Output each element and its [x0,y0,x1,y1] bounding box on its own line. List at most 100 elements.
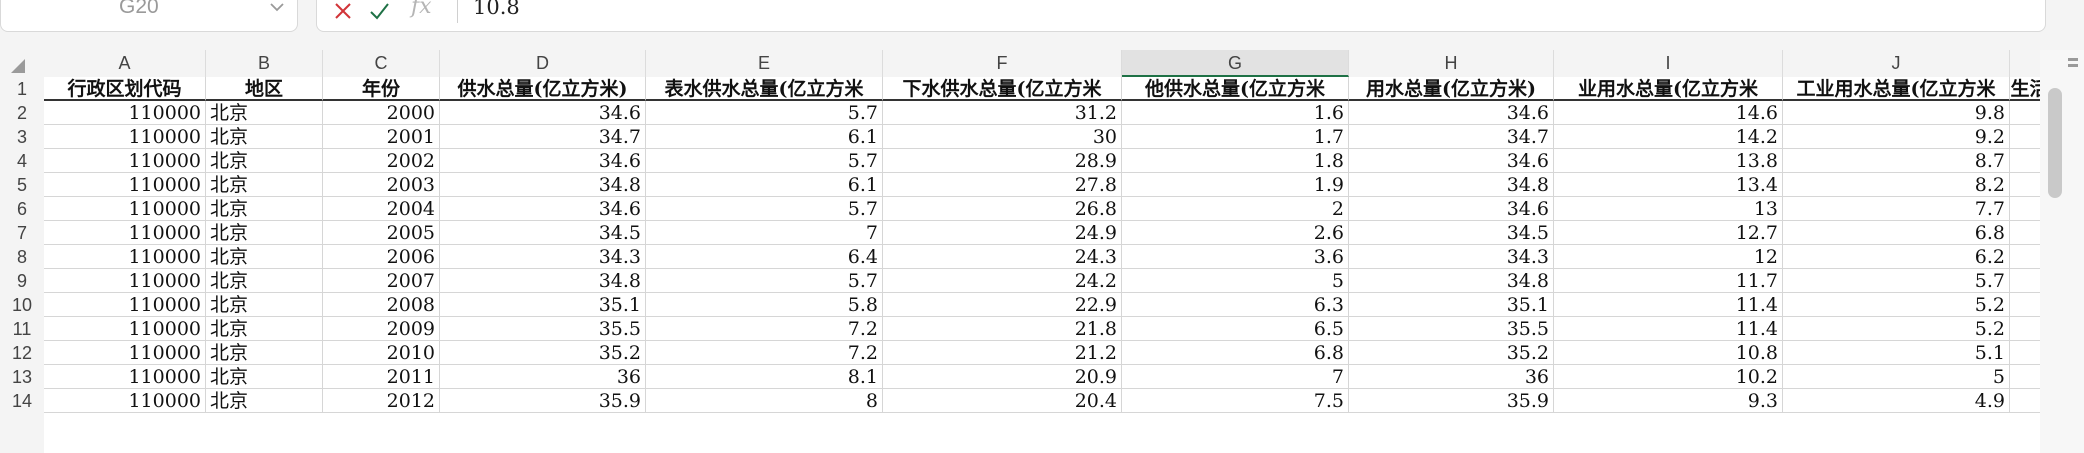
table-cell[interactable]: 2009 [323,317,440,341]
table-cell[interactable]: 5.7 [646,149,883,173]
chevron-down-icon[interactable] [269,1,285,13]
table-cell[interactable]: 2003 [323,173,440,197]
table-cell[interactable]: 110000 [44,317,206,341]
table-cell[interactable]: 北京 [206,101,323,125]
table-cell[interactable]: 30 [883,125,1122,149]
table-cell[interactable]: 110000 [44,269,206,293]
table-cell[interactable]: 34.6 [1349,197,1554,221]
table-cell[interactable]: 22.9 [883,293,1122,317]
table-cell[interactable]: 北京 [206,341,323,365]
table-cell[interactable]: 20.4 [883,389,1122,413]
table-cell[interactable]: 8 [646,389,883,413]
table-cell[interactable]: 5 [1122,269,1349,293]
column-header-e[interactable]: E [646,50,883,77]
table-cell[interactable]: 5.7 [1783,269,2010,293]
column-header-a[interactable]: A [44,50,206,77]
table-cell[interactable]: 6.8 [1783,221,2010,245]
table-cell[interactable]: 34.6 [1349,101,1554,125]
table-cell[interactable] [2010,173,2040,197]
table-cell[interactable]: 110000 [44,245,206,269]
name-box[interactable]: G20 [0,0,298,32]
table-cell[interactable] [2010,293,2040,317]
row-header[interactable]: 8 [0,245,44,269]
column-header-d[interactable]: D [440,50,646,77]
table-cell[interactable]: 2007 [323,269,440,293]
table-cell[interactable]: 北京 [206,317,323,341]
table-cell[interactable]: 2 [1122,197,1349,221]
table-cell[interactable]: 35.9 [1349,389,1554,413]
table-cell[interactable]: 7.5 [1122,389,1349,413]
table-cell[interactable] [2010,221,2040,245]
table-cell[interactable]: 6.4 [646,245,883,269]
table-cell[interactable]: 24.9 [883,221,1122,245]
table-cell[interactable]: 110000 [44,341,206,365]
column-header-j[interactable]: J [1783,50,2010,77]
header-cell[interactable]: 他供水总量(亿立方米 [1122,77,1349,101]
table-cell[interactable]: 北京 [206,197,323,221]
row-header[interactable]: 10 [0,293,44,317]
header-cell[interactable]: 行政区划代码 [44,77,206,101]
table-cell[interactable]: 34.8 [440,269,646,293]
table-cell[interactable]: 11.4 [1554,293,1783,317]
table-cell[interactable]: 2000 [323,101,440,125]
table-cell[interactable]: 北京 [206,245,323,269]
table-cell[interactable]: 34.6 [440,197,646,221]
table-cell[interactable]: 2011 [323,365,440,389]
table-cell[interactable]: 5.1 [1783,341,2010,365]
table-cell[interactable]: 1.7 [1122,125,1349,149]
header-cell[interactable]: 年份 [323,77,440,101]
table-cell[interactable]: 110000 [44,101,206,125]
table-cell[interactable]: 8.2 [1783,173,2010,197]
table-cell[interactable]: 2001 [323,125,440,149]
table-cell[interactable] [2010,245,2040,269]
table-cell[interactable]: 2008 [323,293,440,317]
column-header-b[interactable]: B [206,50,323,77]
table-cell[interactable]: 26.8 [883,197,1122,221]
row-header[interactable]: 4 [0,149,44,173]
table-cell[interactable] [2010,197,2040,221]
table-cell[interactable]: 6.2 [1783,245,2010,269]
table-cell[interactable]: 北京 [206,365,323,389]
table-cell[interactable] [2010,269,2040,293]
row-header[interactable]: 14 [0,389,44,413]
row-header[interactable]: 1 [0,77,44,101]
cancel-icon[interactable] [331,0,355,23]
function-icon[interactable]: fx [411,0,432,19]
header-cell[interactable]: 业用水总量(亿立方米 [1554,77,1783,101]
table-cell[interactable]: 13.4 [1554,173,1783,197]
table-cell[interactable]: 110000 [44,149,206,173]
table-cell[interactable]: 9.8 [1783,101,2010,125]
table-cell[interactable]: 35.5 [440,317,646,341]
table-cell[interactable]: 36 [440,365,646,389]
table-cell[interactable]: 35.2 [1349,341,1554,365]
table-cell[interactable]: 7 [1122,365,1349,389]
table-cell[interactable]: 5.7 [646,197,883,221]
table-cell[interactable]: 110000 [44,365,206,389]
table-cell[interactable]: 5.8 [646,293,883,317]
table-cell[interactable]: 2010 [323,341,440,365]
table-cell[interactable]: 21.2 [883,341,1122,365]
header-cell[interactable]: 供水总量(亿立方米) [440,77,646,101]
table-cell[interactable]: 24.2 [883,269,1122,293]
table-cell[interactable]: 6.5 [1122,317,1349,341]
row-header[interactable]: 12 [0,341,44,365]
table-cell[interactable]: 9.3 [1554,389,1783,413]
row-header[interactable]: 3 [0,125,44,149]
row-header[interactable]: 9 [0,269,44,293]
table-cell[interactable]: 2006 [323,245,440,269]
table-cell[interactable]: 34.8 [1349,269,1554,293]
table-cell[interactable]: 14.2 [1554,125,1783,149]
table-cell[interactable]: 35.5 [1349,317,1554,341]
row-header[interactable]: 2 [0,101,44,125]
table-cell[interactable]: 24.3 [883,245,1122,269]
column-header-i[interactable]: I [1554,50,1783,77]
table-cell[interactable]: 6.8 [1122,341,1349,365]
table-cell[interactable]: 北京 [206,173,323,197]
table-cell[interactable]: 1.8 [1122,149,1349,173]
row-header[interactable]: 11 [0,317,44,341]
table-cell[interactable]: 北京 [206,269,323,293]
table-cell[interactable]: 5 [1783,365,2010,389]
table-cell[interactable]: 34.6 [1349,149,1554,173]
table-cell[interactable]: 14.6 [1554,101,1783,125]
table-cell[interactable]: 34.7 [440,125,646,149]
